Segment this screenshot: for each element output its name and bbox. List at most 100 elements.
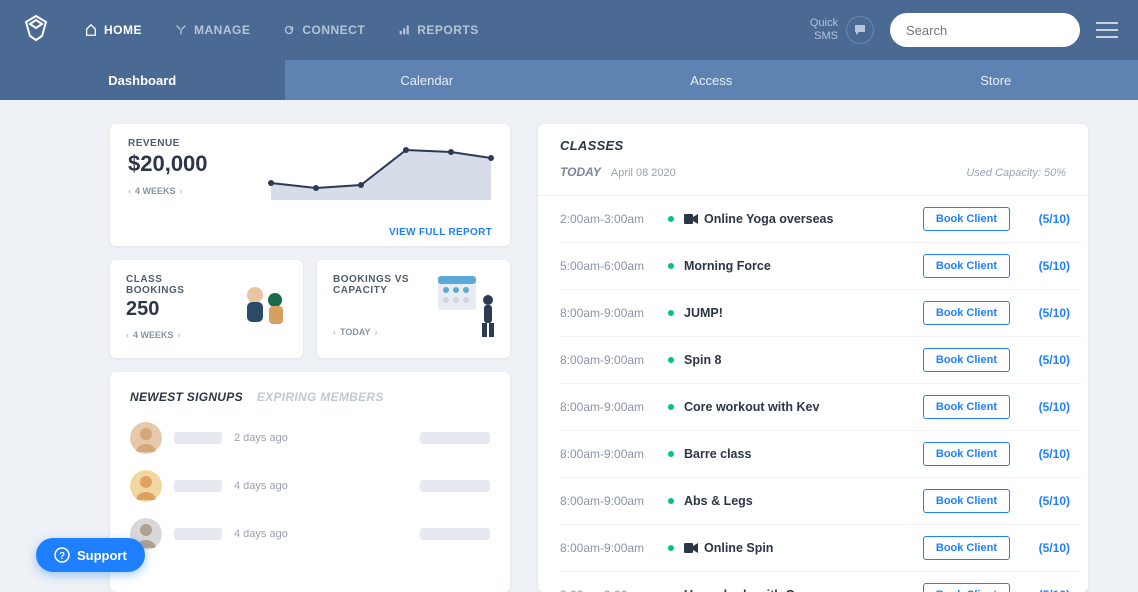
support-button[interactable]: ? Support [36,538,145,572]
sub-nav: DashboardCalendarAccessStore [0,60,1138,100]
book-client-button[interactable]: Book Client [923,395,1010,419]
chevron-right-icon: › [180,186,183,196]
topnav-reports[interactable]: REPORTS [385,17,491,43]
book-client-button[interactable]: Book Client [923,301,1010,325]
class-list[interactable]: 2:00am-3:00amOnline Yoga overseasBook Cl… [538,195,1088,592]
capacity-fraction: (5/10) [1028,447,1070,461]
class-row: 8:00am-9:00amCore workout with KevBook C… [560,384,1082,431]
signup-row[interactable]: 4 days ago [130,470,490,502]
class-name[interactable]: Upper body with Grace [684,588,923,592]
name-placeholder [174,528,222,540]
status-dot-icon [668,357,674,363]
signup-row[interactable]: 4 days ago [130,518,490,550]
class-time: 8:00am-9:00am [560,353,668,367]
capacity-fraction: (5/10) [1028,541,1070,555]
bvc-range[interactable]: ‹ TODAY › [333,327,378,337]
extra-placeholder [420,432,490,444]
chevron-right-icon: › [375,327,378,337]
loop-icon [282,23,296,37]
support-label: Support [77,548,127,563]
svg-text:?: ? [59,551,65,562]
search-input[interactable] [906,23,1082,38]
tab-newest-signups[interactable]: NEWEST SIGNUPS [130,390,243,404]
book-client-button[interactable]: Book Client [923,442,1010,466]
quick-sms-label-1: Quick [810,17,838,30]
home-icon [84,23,98,37]
class-name[interactable]: Abs & Legs [684,494,923,508]
search-box[interactable] [890,13,1080,47]
status-dot-icon [668,216,674,222]
class-name[interactable]: Core workout with Kev [684,400,923,414]
class-name[interactable]: Spin 8 [684,353,923,367]
class-row: 8:00am-9:00am Online SpinBook Client (5/10… [560,525,1082,572]
class-name[interactable]: Barre class [684,447,923,461]
chevron-left-icon: ‹ [126,330,129,340]
revenue-range-label: 4 WEEKS [135,186,176,196]
class-row: 5:00am-6:00am Morning ForceBook Client (5/… [560,243,1082,290]
today-label: TODAY [560,165,601,179]
topnav-home[interactable]: HOME [72,17,154,43]
status-dot-icon [668,545,674,551]
class-time: 8:00am-9:00am [560,541,668,555]
signup-row[interactable]: 2 days ago [130,422,490,454]
class-name[interactable]: Online Yoga overseas [704,212,923,226]
days-ago: 4 days ago [234,528,288,540]
book-client-button[interactable]: Book Client [923,536,1010,560]
subnav-store[interactable]: Store [854,60,1138,100]
class-name[interactable]: Morning Force [684,259,923,273]
days-ago: 2 days ago [234,432,288,444]
tab-expiring-members[interactable]: EXPIRING MEMBERS [257,390,384,404]
brand-logo[interactable] [20,12,52,49]
today-date: April 08 2020 [611,167,676,179]
status-dot-icon [668,451,674,457]
view-full-report-link[interactable]: VIEW FULL REPORT [128,227,492,238]
menu-icon[interactable] [1096,22,1118,38]
calendar-illustration-icon [432,270,502,344]
used-capacity-label: Used Capacity: 50% [966,167,1066,179]
class-name[interactable]: JUMP! [684,306,923,320]
capacity-fraction: (5/10) [1028,306,1070,320]
class-row: 8:00am-9:00amUpper body with GraceBook C… [560,572,1082,592]
avatar [130,422,162,454]
classes-title: CLASSES [560,138,1066,153]
subnav-access[interactable]: Access [569,60,854,100]
bookings-vs-capacity-card: BOOKINGS VS CAPACITY ‹ TODAY › [317,260,510,358]
status-dot-icon [668,498,674,504]
avatar [130,470,162,502]
book-client-button[interactable]: Book Client [923,489,1010,513]
class-row: 8:00am-9:00am Barre classBook Client (5/10… [560,431,1082,478]
topnav-connect[interactable]: CONNECT [270,17,377,43]
capacity-fraction: (5/10) [1028,588,1070,592]
extra-placeholder [420,528,490,540]
book-client-button[interactable]: Book Client [923,207,1010,231]
tools-icon [174,23,188,37]
subnav-dashboard[interactable]: Dashboard [0,60,285,100]
capacity-fraction: (5/10) [1028,259,1070,273]
class-row: 8:00am-9:00amAbs & LegsBook Client(5/10) [560,478,1082,525]
topnav-label: MANAGE [194,23,250,37]
capacity-fraction: (5/10) [1028,212,1070,226]
quick-sms-button[interactable]: Quick SMS [810,16,874,44]
sms-icon [846,16,874,44]
revenue-chart [266,138,496,200]
class-time: 8:00am-9:00am [560,447,668,461]
topnav-label: REPORTS [417,23,479,37]
class-row: 8:00am-9:00amSpin 8Book Client(5/10) [560,337,1082,384]
status-dot-icon [668,404,674,410]
book-client-button[interactable]: Book Client [923,583,1010,592]
topnav-label: HOME [104,23,142,37]
subnav-calendar[interactable]: Calendar [285,60,570,100]
signups-card: NEWEST SIGNUPS EXPIRING MEMBERS 2 days a… [110,372,510,592]
book-client-button[interactable]: Book Client [923,348,1010,372]
topnav-manage[interactable]: MANAGE [162,17,262,43]
class-bookings-range[interactable]: ‹ 4 WEEKS › [126,330,181,340]
revenue-range-selector[interactable]: ‹ 4 WEEKS › [128,186,183,196]
name-placeholder [174,480,222,492]
classes-card: CLASSES TODAY April 08 2020 Used Capacit… [538,124,1088,592]
days-ago: 4 days ago [234,480,288,492]
revenue-card: REVENUE $20,000 ‹ 4 WEEKS › VIEW FULL RE… [110,124,510,246]
class-name[interactable]: Online Spin [704,541,923,555]
chart-icon [397,23,411,37]
book-client-button[interactable]: Book Client [923,254,1010,278]
class-time: 5:00am-6:00am [560,259,668,273]
